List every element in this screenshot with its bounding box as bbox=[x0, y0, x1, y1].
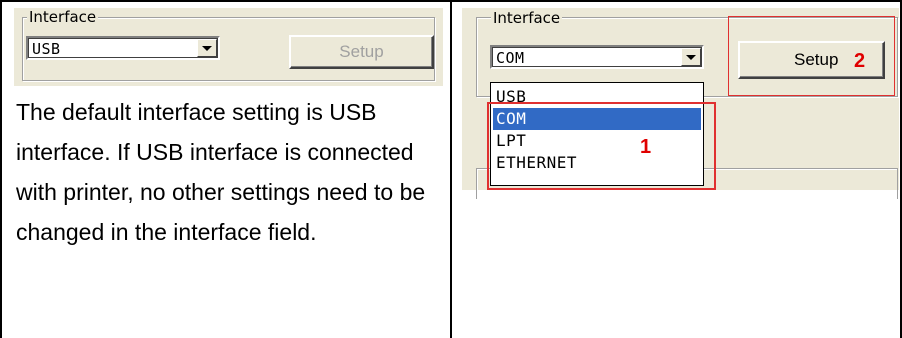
interface-group-label: Interface bbox=[491, 9, 563, 27]
dropdown-button[interactable] bbox=[681, 48, 701, 66]
table-left-border bbox=[0, 0, 2, 338]
chevron-down-icon bbox=[686, 54, 696, 60]
marker-2: 2 bbox=[854, 50, 866, 72]
interface-select[interactable]: USB bbox=[26, 36, 220, 60]
highlight-box-options bbox=[487, 102, 716, 190]
highlight-box-setup bbox=[728, 16, 895, 96]
chevron-down-icon bbox=[202, 45, 212, 51]
description-text: The default interface setting is USB int… bbox=[16, 99, 426, 245]
table-middle-border bbox=[450, 0, 452, 338]
setup-button[interactable]: Setup bbox=[289, 35, 434, 69]
interface-select-value: USB bbox=[32, 40, 61, 58]
dropdown-button[interactable] bbox=[197, 39, 217, 57]
marker-1: 1 bbox=[640, 136, 652, 158]
interface-group-label: Interface bbox=[27, 8, 99, 26]
left-dialog-panel: Interface USB Setup bbox=[14, 8, 443, 86]
interface-select[interactable]: COM bbox=[490, 45, 704, 69]
interface-select-value: COM bbox=[496, 49, 525, 67]
